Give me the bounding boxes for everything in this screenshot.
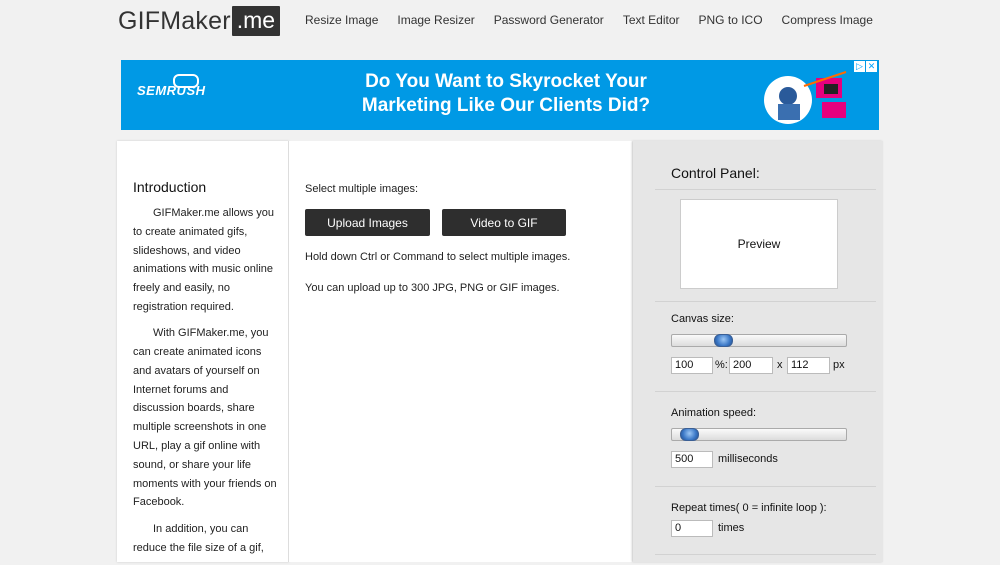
nav-compress-image[interactable]: Compress Image [782,13,873,27]
intro-paragraph: With GIFMaker.me, you can create animate… [133,327,277,509]
control-panel-title: Control Panel: [671,165,760,181]
control-panel: Control Panel: Preview Canvas size: 100 … [633,141,883,562]
ad-close-icon[interactable]: ✕ [866,61,877,72]
nav-image-resizer[interactable]: Image Resizer [397,13,474,27]
site-logo[interactable]: GIFMaker .me [118,6,281,36]
times-label: times [718,522,745,534]
ad-headline: Do You Want to Skyrocket Your Marketing … [341,70,671,118]
ad-headline-line1: Do You Want to Skyrocket Your [365,71,647,92]
nav-png-to-ico[interactable]: PNG to ICO [699,13,763,27]
px-unit-label: px [833,359,845,371]
logo-text: GIFMaker [118,6,231,35]
canvas-height-input[interactable]: 112 [787,357,830,374]
canvas-slider-handle[interactable] [714,334,733,347]
animation-speed-input[interactable]: 500 [671,451,713,468]
main-content: Introduction GIFMaker.me allows you to c… [117,141,883,562]
speed-slider-handle[interactable] [680,428,699,441]
ad-illustration-icon [764,71,847,124]
ad-info-icon[interactable]: ▷ [854,61,865,72]
top-nav: Resize Image Image Resizer Password Gene… [305,13,892,27]
animation-speed-label: Animation speed: [671,407,756,419]
upload-images-button[interactable]: Upload Images [305,209,430,236]
ad-brand: SEMRUSH [137,83,206,98]
nav-text-editor[interactable]: Text Editor [623,13,680,27]
repeat-times-label: Repeat times( 0 = infinite loop ): [671,502,827,514]
ad-choices[interactable]: ▷ ✕ [854,61,877,72]
select-images-label: Select multiple images: [305,183,419,195]
canvas-size-slider[interactable] [671,334,847,347]
divider [655,486,876,487]
logo-suffix: .me [231,6,281,36]
multi-select-hint: Hold down Ctrl or Command to select mult… [305,251,571,263]
intro-text: GIFMaker.me allows you to create animate… [133,204,277,565]
upload-panel: Select multiple images: Upload Images Vi… [289,141,632,562]
preview-box[interactable]: Preview [680,199,838,289]
ad-banner[interactable]: SEMRUSH Do You Want to Skyrocket Your Ma… [121,60,879,130]
video-to-gif-button[interactable]: Video to GIF [442,209,566,236]
milliseconds-label: milliseconds [718,453,778,465]
intro-paragraph: In addition, you can reduce the file siz… [133,522,264,554]
divider [655,391,876,392]
upload-limit-hint: You can upload up to 300 JPG, PNG or GIF… [305,282,560,294]
divider [655,189,876,190]
ad-headline-line2: Marketing Like Our Clients Did? [361,95,651,116]
divider [655,301,876,302]
preview-label: Preview [737,237,781,251]
intro-paragraph: GIFMaker.me allows you to create animate… [133,207,275,313]
divider [655,554,876,555]
canvas-percent-input[interactable]: 100 [671,357,713,374]
canvas-width-input[interactable]: 200 [729,357,773,374]
nav-resize-image[interactable]: Resize Image [305,13,378,27]
percent-label: %: [715,359,728,371]
dimension-separator: x [777,359,783,371]
canvas-size-label: Canvas size: [671,313,734,325]
nav-password-generator[interactable]: Password Generator [494,13,604,27]
intro-title: Introduction [133,179,207,195]
repeat-times-input[interactable]: 0 [671,520,713,537]
animation-speed-slider[interactable] [671,428,847,441]
intro-panel: Introduction GIFMaker.me allows you to c… [117,141,289,562]
